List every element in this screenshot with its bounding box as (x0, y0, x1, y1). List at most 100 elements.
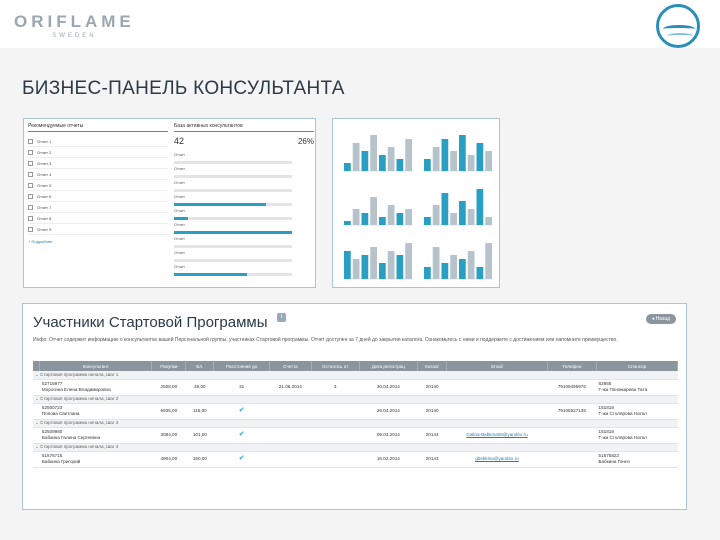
mini-chart-bar (379, 263, 386, 279)
mini-chart (339, 233, 415, 283)
check-icon: ✔ (238, 431, 245, 438)
report-list-item[interactable]: Отчет 3 (28, 158, 168, 169)
table-cell: 79105527135 (547, 403, 597, 420)
recommended-reports-title: Рекомендуемые отчеты (28, 123, 168, 132)
progress-track (174, 245, 292, 248)
email-link[interactable]: Galina-Babkina08@yandex.ru (466, 432, 527, 437)
report-list-item[interactable]: Отчет 7 (28, 202, 168, 213)
dashboard-screenshot: Рекомендуемые отчеты Отчет 1 Отчет 2 Отчет… (23, 118, 316, 288)
top-bar: ORIFLAME SWEDEN (0, 0, 720, 48)
report-icon (28, 160, 33, 166)
progress-label: Отчет (174, 250, 185, 255)
report-label: Отчет 9 (37, 226, 52, 232)
mini-chart-bar (396, 255, 404, 279)
table-row[interactable]: 52715977 Морогина Елена Владимировна 2508,… (33, 379, 678, 396)
mini-chart-bar (352, 209, 360, 225)
check-icon: ✔ (238, 407, 245, 414)
column-header[interactable]: Бл. (185, 361, 215, 371)
report-label: Отчет 1 (37, 138, 52, 144)
group-row[interactable]: ⌄ Стартовая программа начала, Шаг 1 (33, 371, 678, 380)
more-link[interactable]: + Подробнее (28, 239, 168, 244)
progress-track (174, 217, 292, 220)
mini-chart-bar (424, 267, 431, 279)
table-cell (269, 451, 312, 468)
consultant-cell[interactable]: 52715977 Морогина Елена Владимировна (39, 379, 152, 396)
email-link[interactable]: gbebkina@yandex.ru (475, 456, 518, 461)
expand-cell (33, 427, 40, 444)
column-header[interactable]: Консультант (39, 361, 153, 371)
progress-label: Отчет (174, 194, 185, 199)
column-header[interactable]: Счетта (269, 361, 312, 371)
mini-chart-bar (424, 159, 431, 171)
report-label: Отчет 5 (37, 182, 52, 188)
column-header[interactable]: Катаог (417, 361, 448, 371)
column-header[interactable]: Спонсор (596, 361, 678, 371)
report-label: Отчет 8 (37, 215, 52, 221)
progress-label: Отчет (174, 222, 185, 227)
table-row[interactable]: 51676715 Бабкина Григорий 4904,00 160,00 ✔ 16… (33, 451, 678, 468)
column-header[interactable]: Расстояние до (213, 361, 271, 371)
table-cell: 3084,00 (151, 427, 186, 444)
column-header[interactable]: Покупки (151, 361, 187, 371)
progress-label: Отчет (174, 264, 185, 269)
progress-row: Отчет (174, 194, 314, 208)
progress-row: Отчет (174, 222, 314, 236)
progress-fill (174, 203, 267, 206)
report-icon (28, 204, 33, 210)
column-header[interactable]: Email (446, 361, 548, 371)
progress-track (174, 259, 292, 262)
group-row[interactable]: ⌄ Стартовая программа начала, Шаг 2 (33, 395, 678, 404)
report-icon (28, 193, 33, 199)
mini-chart-bar (476, 143, 484, 171)
table-cell: 115,00 (185, 403, 214, 420)
progress-row: Отчет (174, 236, 314, 250)
mini-chart-bar (370, 247, 377, 279)
table-cell: Galina-Babkina08@yandex.ru (446, 427, 548, 444)
table-row[interactable]: 52509980 Бабкина Галина Сергеевна 3084,00 1… (33, 427, 678, 444)
emblem-icon (656, 4, 700, 48)
report-icon (28, 226, 33, 232)
table-cell: 31 (213, 379, 270, 396)
report-list-item[interactable]: Отчет 8 (28, 213, 168, 224)
mini-chart-bar (432, 147, 440, 171)
table-cell: 2508,00 (151, 379, 186, 396)
table-cell: 09.03.2014 (359, 427, 418, 444)
report-icon (28, 182, 33, 188)
consultant-cell[interactable]: 52509980 Бабкина Галина Сергеевна (39, 427, 152, 444)
mini-chart-bar (387, 251, 395, 279)
report-list-item[interactable]: Отчет 6 (28, 191, 168, 202)
table-cell: ✔ (213, 427, 270, 444)
report-icon (28, 171, 33, 177)
table-row[interactable]: 52500723 Попова Светлана 6935,00 115,00 ✔ 26.… (33, 403, 678, 420)
mini-chart-bar (344, 251, 351, 279)
progress-row: Отчет (174, 250, 314, 264)
consultant-cell[interactable]: 51676715 Бабкина Григорий (39, 451, 152, 468)
column-header[interactable]: Телефон (547, 361, 598, 371)
mini-chart-bar (450, 255, 457, 279)
mini-chart-bar (467, 209, 475, 225)
column-header[interactable]: Дата регистрац (359, 361, 419, 371)
consultant-cell[interactable]: 52500723 Попова Светлана (39, 403, 152, 420)
table-cell: 20143 (417, 451, 447, 468)
table-cell: 151818 Г-жа Столярова Натал (596, 403, 678, 420)
expand-cell (33, 403, 40, 420)
report-list-item[interactable]: Отчет 5 (28, 180, 168, 191)
mini-chart-bar (467, 251, 475, 279)
back-button[interactable]: ◂ Назад (645, 314, 676, 324)
report-list-item[interactable]: Отчет 4 (28, 169, 168, 180)
mini-chart-bar (476, 189, 484, 225)
report-list-item[interactable]: Отчет 1 (28, 136, 168, 147)
column-header[interactable]: Осталось от (311, 361, 360, 371)
progress-fill (174, 273, 248, 276)
progress-label: Отчет (174, 208, 185, 213)
mini-chart-bar (405, 139, 412, 171)
report-list-item[interactable]: Отчет 2 (28, 147, 168, 158)
mini-chart-bar (432, 205, 440, 225)
report-label: Отчет 3 (37, 160, 52, 166)
info-icon[interactable]: i (277, 313, 286, 322)
table-cell: 3 (311, 379, 360, 396)
group-row[interactable]: ⌄ Стартовая программа начала, Шаг 4 (33, 443, 678, 452)
progress-fill (174, 231, 292, 234)
group-row[interactable]: ⌄ Стартовая программа начала, Шаг 3 (33, 419, 678, 428)
report-list-item[interactable]: Отчет 9 (28, 224, 168, 235)
